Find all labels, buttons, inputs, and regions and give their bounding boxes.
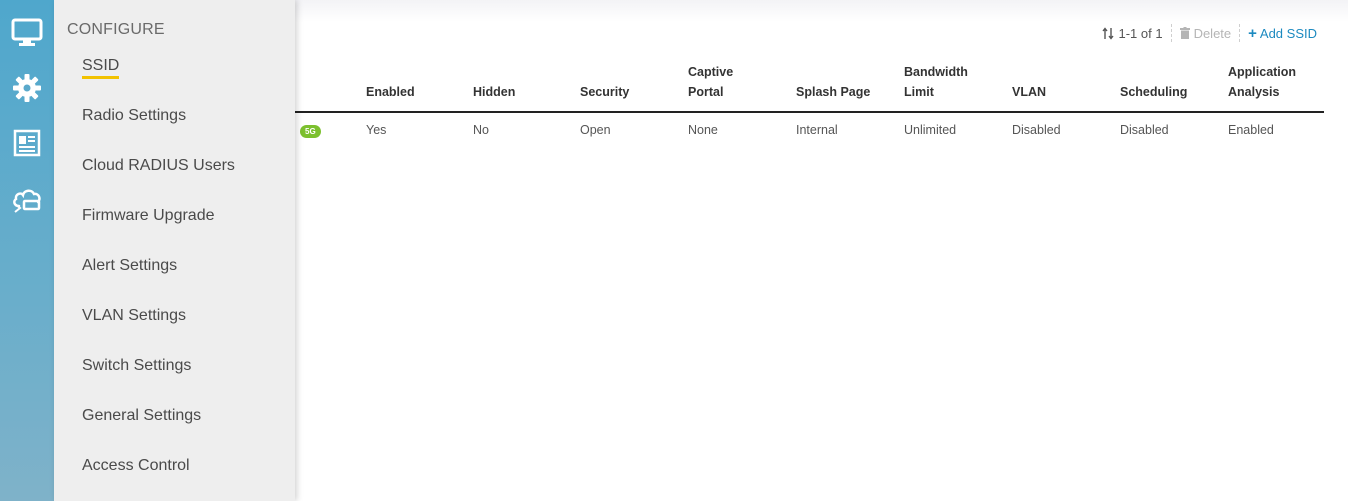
table-header: Enabled Hidden Security Captive Portal Sp… [295,62,1324,113]
table-toolbar: 1-1 of 1 Delete + Add SSID [1102,24,1317,42]
column-header-application-analysis[interactable]: Application Analysis [1228,62,1296,102]
cell-splash-page: Internal [796,123,838,137]
cell-hidden: No [473,123,489,137]
configure-panel: CONFIGURE SSID Radio Settings Cloud RADI… [54,0,295,501]
cell-enabled: Yes [366,123,387,137]
main-content: 1-1 of 1 Delete + Add SSID Enabled Hidde… [295,0,1348,501]
menu-item-general-settings[interactable]: General Settings [82,407,201,425]
menu-item-switch-settings[interactable]: Switch Settings [82,357,191,375]
trash-icon [1179,27,1190,39]
report-icon[interactable] [9,125,45,161]
sort-icon [1102,26,1115,40]
add-ssid-label: Add SSID [1259,25,1317,41]
cell-captive-portal: None [688,123,718,137]
cell-security: Open [580,123,611,137]
cell-bandwidth-limit: Unlimited [904,123,957,137]
cell-application-analysis: Enabled [1228,123,1274,137]
menu-item-cloud-radius-users[interactable]: Cloud RADIUS Users [82,157,235,175]
plus-icon: + [1248,24,1257,42]
record-count-text: 1-1 of 1 [1118,25,1163,41]
menu-item-ssid[interactable]: SSID [82,57,120,79]
toolbar-divider [1170,24,1172,42]
gear-icon[interactable] [9,70,45,106]
table-row[interactable]: 5G Yes No Open None Internal Unlimited D… [295,113,1324,149]
menu-item-alert-settings[interactable]: Alert Settings [82,257,177,275]
column-header-scheduling[interactable]: Scheduling [1120,82,1187,102]
toolbar-divider [1239,24,1241,42]
column-header-enabled[interactable]: Enabled [366,82,415,102]
panel-title: CONFIGURE [67,21,165,38]
delete-label: Delete [1193,25,1232,41]
column-header-splash-page[interactable]: Splash Page [796,82,870,102]
menu-item-access-control[interactable]: Access Control [82,457,190,475]
menu-item-vlan-settings[interactable]: VLAN Settings [82,307,186,325]
record-count: 1-1 of 1 [1102,25,1163,41]
delete-button[interactable]: Delete [1179,25,1232,41]
column-header-vlan[interactable]: VLAN [1012,82,1046,102]
cell-scheduling: Disabled [1120,123,1169,137]
top-bar [295,0,1348,22]
column-header-captive-portal[interactable]: Captive Portal [688,62,733,102]
icon-rail [0,0,54,501]
menu-item-firmware-upgrade[interactable]: Firmware Upgrade [82,207,214,225]
add-ssid-button[interactable]: + Add SSID [1248,25,1317,42]
band-badge-5g: 5G [300,125,321,138]
cell-vlan: Disabled [1012,123,1061,137]
menu-item-radio-settings[interactable]: Radio Settings [82,107,186,125]
cloud-device-icon[interactable] [9,181,45,217]
monitor-icon[interactable] [9,14,45,50]
ssid-table: Enabled Hidden Security Captive Portal Sp… [295,62,1324,149]
column-header-security[interactable]: Security [580,82,629,102]
column-header-hidden[interactable]: Hidden [473,82,515,102]
column-header-bandwidth-limit[interactable]: Bandwidth Limit [904,62,968,102]
